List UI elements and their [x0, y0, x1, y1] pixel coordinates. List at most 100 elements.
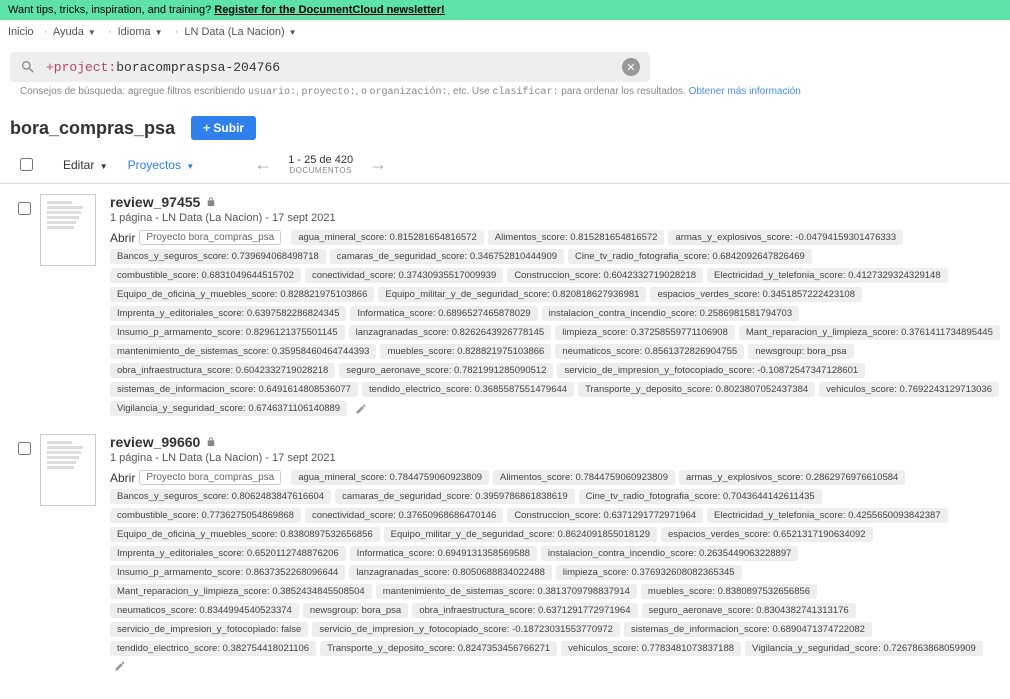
metadata-tag[interactable]: Mant_reparacion_y_limpieza_score: 0.3852…: [110, 584, 372, 599]
metadata-tag[interactable]: Insumo_p_armamento_score: 0.863735226809…: [110, 565, 345, 580]
nav-home[interactable]: Inicio: [8, 26, 34, 38]
edit-menu[interactable]: Editar ▼: [63, 158, 108, 172]
metadata-tag[interactable]: lanzagranadas_score: 0.8050688834022488: [349, 565, 552, 580]
metadata-tag[interactable]: servicio_de_impresion_y_fotocopiado: fal…: [110, 622, 308, 637]
metadata-tag[interactable]: combustible_score: 0.6831049644515702: [110, 268, 301, 283]
metadata-tag[interactable]: obra_infraestructura_score: 0.6371291772…: [412, 603, 637, 618]
metadata-tag[interactable]: agua_mineral_score: 0.7844759060923809: [291, 470, 489, 485]
hint-link[interactable]: Obtener más información: [689, 86, 801, 97]
search-bar[interactable]: +project:boracompraspsa-204766 ✕: [10, 52, 650, 82]
metadata-tag[interactable]: muebles_score: 0.828821975103866: [380, 344, 551, 359]
metadata-tag[interactable]: Imprenta_y_editoriales_score: 0.65201127…: [110, 546, 346, 561]
document-row: review_996601 página - LN Data (La Nacio…: [10, 434, 1000, 672]
metadata-tag[interactable]: agua_mineral_score: 0.815281654816572: [291, 230, 484, 245]
metadata-tag[interactable]: vehiculos_score: 0.7783481073837188: [561, 641, 741, 656]
metadata-tag[interactable]: camaras_de_seguridad_score: 0.3467528104…: [330, 249, 564, 264]
metadata-tag[interactable]: instalacion_contra_incendio_score: 0.263…: [541, 546, 799, 561]
banner-link[interactable]: Register for the DocumentCloud newslette…: [214, 4, 444, 16]
metadata-tag[interactable]: Imprenta_y_editoriales_score: 0.63975822…: [110, 306, 346, 321]
promo-banner: Want tips, tricks, inspiration, and trai…: [0, 0, 1010, 20]
metadata-tag[interactable]: neumaticos_score: 0.8561372826904755: [555, 344, 744, 359]
metadata-tag[interactable]: Construccion_score: 0.6371291772971964: [507, 508, 703, 523]
metadata-tag[interactable]: Informatica_score: 0.6896527465878029: [350, 306, 537, 321]
metadata-tag[interactable]: Cine_tv_radio_fotografia_score: 0.684209…: [568, 249, 812, 264]
open-link[interactable]: Abrir: [110, 231, 135, 245]
select-doc-checkbox[interactable]: [18, 442, 31, 455]
document-thumbnail[interactable]: [40, 194, 96, 266]
metadata-tag[interactable]: Equipo_militar_y_de_seguridad_score: 0.8…: [378, 287, 646, 302]
edit-tags-icon[interactable]: [355, 403, 367, 415]
metadata-tag[interactable]: tendido_electrico_score: 0.3685587551479…: [362, 382, 574, 397]
metadata-tag[interactable]: lanzagranadas_score: 0.8262643926778145: [349, 325, 552, 340]
metadata-tag[interactable]: Vigilancia_y_seguridad_score: 0.72678638…: [745, 641, 983, 656]
metadata-tag[interactable]: vehiculos_score: 0.7692243129713036: [819, 382, 999, 397]
metadata-tag[interactable]: Transporte_y_deposito_score: 0.824735345…: [320, 641, 557, 656]
open-link[interactable]: Abrir: [110, 471, 135, 485]
project-title: bora_compras_psa: [10, 118, 175, 139]
edit-tags-icon[interactable]: [114, 660, 126, 672]
metadata-tag[interactable]: espacios_verdes_score: 0.345185722242310…: [650, 287, 862, 302]
clear-search-icon[interactable]: ✕: [622, 58, 640, 76]
metadata-tag[interactable]: conectividad_score: 0.37650968686470146: [305, 508, 503, 523]
nav-help[interactable]: Ayuda: [53, 26, 84, 38]
metadata-tag[interactable]: newsgroup: bora_psa: [303, 603, 408, 618]
metadata-tag[interactable]: Alimentos_score: 0.815281654816572: [488, 230, 665, 245]
metadata-tag[interactable]: combustible_score: 0.7736275054869868: [110, 508, 301, 523]
lock-icon: [206, 197, 216, 207]
search-input[interactable]: +project:boracompraspsa-204766: [46, 60, 622, 75]
metadata-tag[interactable]: sistemas_de_informacion_score: 0.6491614…: [110, 382, 358, 397]
next-page-icon[interactable]: →: [369, 154, 387, 175]
metadata-tag[interactable]: Equipo_de_oficina_y_muebles_score: 0.838…: [110, 527, 380, 542]
metadata-tag[interactable]: Vigilancia_y_seguridad_score: 0.67463711…: [110, 401, 347, 416]
metadata-tag[interactable]: sistemas_de_informacion_score: 0.6890471…: [624, 622, 872, 637]
metadata-tag[interactable]: Equipo_de_oficina_y_muebles_score: 0.828…: [110, 287, 374, 302]
metadata-tag[interactable]: Bancos_y_seguros_score: 0.80624838476166…: [110, 489, 331, 504]
metadata-tag[interactable]: Informatica_score: 0.6949131358569588: [350, 546, 537, 561]
prev-page-icon[interactable]: ←: [254, 154, 272, 175]
lock-icon: [206, 437, 216, 447]
document-title[interactable]: review_99660: [110, 434, 1000, 450]
metadata-tag[interactable]: seguro_aeronave_score: 0.782199128509051…: [339, 363, 553, 378]
metadata-tag[interactable]: armas_y_explosivos_score: 0.286297697661…: [679, 470, 905, 485]
project-pill[interactable]: Proyecto bora_compras_psa: [139, 230, 281, 245]
metadata-tag[interactable]: instalacion_contra_incendio_score: 0.258…: [542, 306, 800, 321]
metadata-tag[interactable]: espacios_verdes_score: 0.652131719063409…: [661, 527, 873, 542]
metadata-tag[interactable]: servicio_de_impresion_y_fotocopiado_scor…: [557, 363, 865, 378]
metadata-tag[interactable]: servicio_de_impresion_y_fotocopiado_scor…: [312, 622, 620, 637]
select-all-checkbox[interactable]: [20, 158, 33, 171]
metadata-tag[interactable]: newsgroup: bora_psa: [748, 344, 853, 359]
metadata-tag[interactable]: conectividad_score: 0.37430935517009939: [305, 268, 503, 283]
metadata-tag[interactable]: tendido_electrico_score: 0.3827544180211…: [110, 641, 316, 656]
metadata-tag[interactable]: armas_y_explosivos_score: -0.04794159301…: [668, 230, 903, 245]
metadata-tag[interactable]: Bancos_y_seguros_score: 0.73969406849871…: [110, 249, 326, 264]
project-pill[interactable]: Proyecto bora_compras_psa: [139, 470, 281, 485]
metadata-tag[interactable]: Cine_tv_radio_fotografia_score: 0.704364…: [579, 489, 822, 504]
projects-menu[interactable]: Proyectos ▼: [128, 158, 195, 172]
metadata-tag[interactable]: Alimentos_score: 0.7844759060923809: [493, 470, 675, 485]
document-title[interactable]: review_97455: [110, 194, 1000, 210]
metadata-tag[interactable]: limpieza_score: 0.376932608082365345: [556, 565, 742, 580]
metadata-tag[interactable]: seguro_aeronave_score: 0.830438274131317…: [642, 603, 856, 618]
metadata-tag[interactable]: obra_infraestructura_score: 0.6042332719…: [110, 363, 335, 378]
metadata-tag[interactable]: mantenimiento_de_sistemas_score: 0.38137…: [376, 584, 637, 599]
metadata-tag[interactable]: Electricidad_y_telefonia_score: 0.412732…: [707, 268, 948, 283]
document-thumbnail[interactable]: [40, 434, 96, 506]
search-icon: [20, 59, 36, 75]
metadata-tag[interactable]: limpieza_score: 0.37258559771106908: [555, 325, 735, 340]
metadata-tag[interactable]: neumaticos_score: 0.8344994540523374: [110, 603, 299, 618]
page-range: 1 - 25 de 420 DOCUMENTOS: [288, 154, 353, 175]
upload-button[interactable]: + Subir: [191, 116, 256, 140]
metadata-tag[interactable]: Equipo_militar_y_de_seguridad_score: 0.8…: [384, 527, 657, 542]
nav-language[interactable]: Idioma: [118, 26, 151, 38]
metadata-tag[interactable]: muebles_score: 0.8380897532656856: [641, 584, 817, 599]
metadata-tag[interactable]: Electricidad_y_telefonia_score: 0.425565…: [707, 508, 948, 523]
metadata-tag[interactable]: Construccion_score: 0.6042332719028218: [507, 268, 703, 283]
nav-org[interactable]: LN Data (La Nacion): [184, 26, 284, 38]
document-meta: 1 página - LN Data (La Nacion) - 17 sept…: [110, 212, 1000, 224]
select-doc-checkbox[interactable]: [18, 202, 31, 215]
metadata-tag[interactable]: mantenimiento_de_sistemas_score: 0.35958…: [110, 344, 376, 359]
metadata-tag[interactable]: Insumo_p_armamento_score: 0.829612137550…: [110, 325, 345, 340]
metadata-tag[interactable]: camaras_de_seguridad_score: 0.3959786861…: [335, 489, 575, 504]
metadata-tag[interactable]: Mant_reparacion_y_limpieza_score: 0.3761…: [739, 325, 1000, 340]
metadata-tag[interactable]: Transporte_y_deposito_score: 0.802380705…: [578, 382, 815, 397]
